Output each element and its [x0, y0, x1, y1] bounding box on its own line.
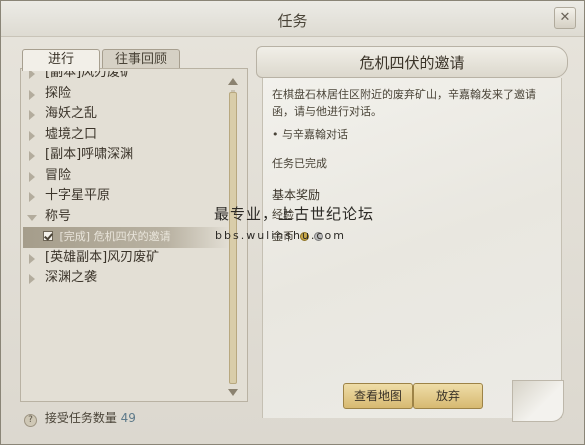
- quest-category-label: 十字星平原: [45, 188, 111, 203]
- scroll-up-icon[interactable]: [228, 78, 238, 85]
- quest-category[interactable]: [英雄副本]风刃废矿: [23, 248, 229, 269]
- quest-category[interactable]: [副本]风刃废矿: [23, 71, 229, 84]
- quest-count-value: 49: [120, 411, 136, 425]
- quest-status: 任务已完成: [272, 157, 327, 170]
- chevron-right-icon: [29, 71, 35, 79]
- quest-count-footer: ? 接受任务数量 49: [24, 409, 136, 427]
- quest-category[interactable]: 十字星平原: [23, 186, 229, 207]
- scroll-curl: [512, 380, 564, 422]
- quest-category-label: 称号: [45, 208, 72, 224]
- quest-detail-title: 危机四伏的邀请: [359, 54, 465, 72]
- chevron-right-icon: [29, 110, 35, 120]
- chevron-right-icon: [29, 192, 35, 202]
- chevron-right-icon: [29, 151, 35, 161]
- quest-count-label: 接受任务数量: [44, 411, 117, 425]
- chevron-down-icon: [27, 214, 37, 221]
- quest-category-label: [英雄副本]风刃废矿: [45, 249, 160, 265]
- chevron-right-icon: [29, 171, 35, 182]
- tab-in-progress[interactable]: 进行: [22, 49, 100, 71]
- watermark-line2: bbs.wulinshu.com: [215, 229, 346, 242]
- help-icon[interactable]: ?: [24, 414, 37, 427]
- title-bar: 任务 ✕: [1, 1, 584, 37]
- quest-item-label: [完成] 危机四伏的邀请: [59, 230, 171, 243]
- close-icon[interactable]: ✕: [554, 7, 576, 29]
- quest-category[interactable]: 海妖之乱: [23, 104, 229, 125]
- quest-list: [副本]风刃废矿 探险 海妖之乱 墟境之口 [副本]呼啸深渊 冒险 十字星平原: [23, 71, 229, 401]
- chevron-right-icon: [29, 274, 35, 284]
- quest-category[interactable]: 深渊之袭: [23, 268, 229, 289]
- quest-objective-label: 与辛嘉翰对话: [282, 128, 348, 141]
- chevron-right-icon: [29, 130, 35, 141]
- quest-category-label: 海妖之乱: [45, 106, 98, 121]
- quest-category-label: 墟境之口: [45, 126, 98, 142]
- quest-category-label: 冒险: [45, 167, 72, 183]
- checkbox-icon[interactable]: [43, 231, 53, 241]
- quest-category-label: [副本]风刃废矿: [45, 71, 134, 80]
- chevron-right-icon: [29, 253, 35, 264]
- view-map-button[interactable]: 查看地图: [343, 383, 413, 409]
- quest-list-panel: [副本]风刃废矿 探险 海妖之乱 墟境之口 [副本]呼啸深渊 冒险 十字星平原: [20, 68, 248, 402]
- abandon-button[interactable]: 放弃: [413, 383, 483, 409]
- quest-category-label: 探险: [45, 85, 72, 101]
- watermark-line1: 最专业，上古世纪论坛: [214, 205, 375, 223]
- quest-category-label: 深渊之袭: [45, 270, 98, 285]
- quest-objective: • 与辛嘉翰对话: [272, 128, 348, 141]
- quest-item-selected[interactable]: [完成] 危机四伏的邀请: [23, 227, 229, 248]
- quest-description: 在棋盘石林居住区附近的废弃矿山，辛嘉翰发来了邀请函，请与他进行对话。: [272, 88, 536, 118]
- quest-category-expanded[interactable]: 称号: [23, 207, 229, 228]
- chevron-right-icon: [29, 89, 35, 100]
- window-title: 任务: [277, 12, 308, 30]
- quest-category[interactable]: 冒险: [23, 166, 229, 187]
- scroll-down-icon[interactable]: [228, 389, 238, 396]
- quest-category-label: [副本]呼啸深渊: [45, 147, 134, 162]
- quest-category[interactable]: 墟境之口: [23, 125, 229, 146]
- quest-category[interactable]: [副本]呼啸深渊: [23, 145, 229, 166]
- reward-title: 基本奖励: [272, 188, 321, 202]
- quest-category[interactable]: 探险: [23, 84, 229, 105]
